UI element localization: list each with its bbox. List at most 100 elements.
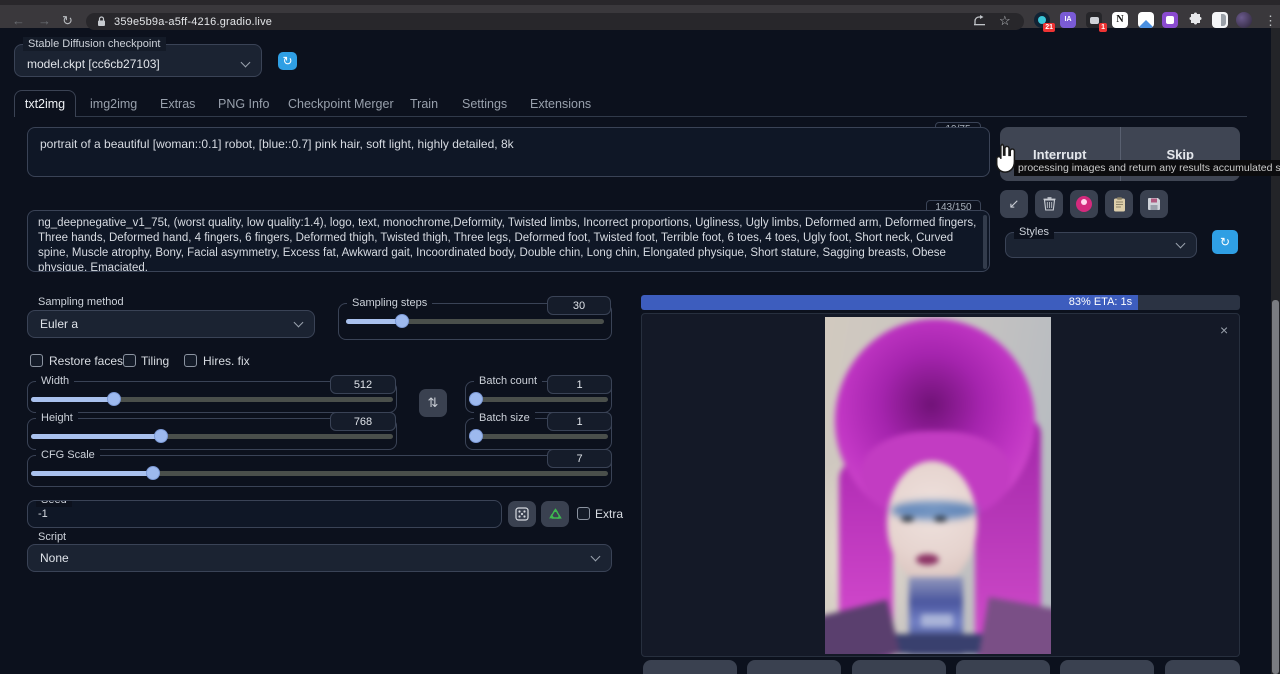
sampling-steps-slider[interactable]	[346, 319, 604, 324]
prompt-input[interactable]: portrait of a beautiful [woman::0.1] rob…	[27, 127, 990, 177]
script-value: None	[40, 551, 69, 565]
interrupt-tooltip: processing images and return any results…	[1014, 160, 1280, 176]
sampling-method-label: Sampling method	[38, 296, 124, 308]
styles-refresh-button[interactable]: ↻	[1212, 230, 1238, 254]
swap-arrows-icon: ⇅	[428, 395, 439, 411]
chevron-down-icon	[241, 57, 251, 67]
extra-seed-label: Extra	[595, 507, 623, 521]
browser-toolbar: ← → ↻ 359e5b9a-a5ff-4216.gradio.live ☆ 2…	[0, 5, 1280, 28]
extensions-puzzle-icon[interactable]	[1188, 12, 1203, 27]
profile-avatar[interactable]	[1236, 12, 1252, 28]
hires-fix-label: Hires. fix	[203, 354, 250, 368]
seed-label: Seed	[36, 500, 72, 507]
reload-icon[interactable]: ↻	[62, 13, 73, 29]
sidebar-toggle-icon[interactable]	[1212, 12, 1228, 28]
cfg-scale-slider[interactable]	[31, 471, 608, 476]
close-preview-icon[interactable]: ×	[1220, 322, 1228, 338]
ext-tasks-icon[interactable]: 21	[1034, 12, 1050, 28]
page-scrollbar-thumb[interactable]	[1272, 300, 1279, 674]
sampling-method-dropdown[interactable]: Euler a	[27, 310, 315, 338]
height-label: Height	[36, 411, 78, 425]
extra-networks-card-icon	[1076, 196, 1092, 212]
height-value[interactable]: 768	[330, 412, 396, 431]
share-icon[interactable]	[973, 14, 987, 27]
chevron-down-icon	[591, 552, 601, 562]
extra-networks-button[interactable]	[1070, 190, 1098, 218]
mouse-cursor-hand	[988, 140, 1022, 176]
floppy-save-icon	[1147, 197, 1161, 211]
back-icon[interactable]: ←	[12, 13, 25, 29]
cfg-scale-value[interactable]: 7	[547, 449, 612, 468]
batch-count-slider[interactable]	[469, 397, 608, 402]
gallery-button[interactable]	[1060, 660, 1154, 674]
gallery-button[interactable]	[956, 660, 1050, 674]
dice-icon	[515, 507, 529, 521]
gallery-button[interactable]	[643, 660, 737, 674]
sampling-steps-value[interactable]: 30	[547, 296, 611, 315]
lock-icon	[97, 16, 106, 27]
tab-train[interactable]: Train	[410, 97, 438, 111]
ext-image-icon[interactable]	[1138, 12, 1154, 28]
textarea-scrollbar[interactable]	[983, 215, 987, 269]
bookmark-star-icon[interactable]: ☆	[999, 13, 1011, 29]
ext-ia-icon[interactable]: IA	[1060, 12, 1076, 28]
ext-notion-icon[interactable]: N	[1112, 12, 1128, 28]
restore-faces-checkbox[interactable]	[30, 354, 43, 367]
tiling-label: Tiling	[141, 354, 169, 368]
tab-extensions[interactable]: Extensions	[530, 97, 591, 111]
checkpoint-dropdown[interactable]: Stable Diffusion checkpoint model.ckpt […	[14, 44, 262, 77]
sampling-steps-label: Sampling steps	[347, 296, 432, 310]
tab-txt2img[interactable]: txt2img	[14, 90, 76, 117]
checkpoint-refresh-button[interactable]: ↻	[278, 52, 297, 70]
gallery-button[interactable]	[1165, 660, 1240, 674]
clear-prompt-button[interactable]	[1035, 190, 1063, 218]
ext-office-icon[interactable]	[1162, 12, 1178, 28]
batch-size-slider[interactable]	[469, 434, 608, 439]
seed-value: -1	[28, 501, 501, 527]
script-dropdown[interactable]: None	[27, 544, 612, 572]
progress-bar: 83% ETA: 1s	[641, 295, 1240, 310]
trash-icon	[1043, 197, 1056, 211]
swap-dimensions-button[interactable]: ⇅	[419, 389, 447, 417]
width-value[interactable]: 512	[330, 375, 396, 394]
width-label: Width	[36, 374, 74, 388]
batch-size-value[interactable]: 1	[547, 412, 612, 431]
tab-settings[interactable]: Settings	[462, 97, 507, 111]
gallery-button[interactable]	[747, 660, 841, 674]
forward-icon[interactable]: →	[38, 13, 51, 29]
random-seed-button[interactable]	[508, 501, 536, 527]
apply-style-button[interactable]	[1105, 190, 1133, 218]
browser-menu-icon[interactable]: ⋮	[1264, 13, 1277, 29]
paste-params-button[interactable]: ↙	[1000, 190, 1028, 218]
height-slider[interactable]	[31, 434, 393, 439]
hires-fix-checkbox[interactable]	[184, 354, 197, 367]
batch-count-value[interactable]: 1	[547, 375, 612, 394]
progress-text: 83% ETA: 1s	[1069, 296, 1132, 308]
batch-size-label: Batch size	[474, 411, 535, 425]
gallery-button[interactable]	[852, 660, 946, 674]
batch-count-label: Batch count	[474, 374, 542, 388]
seed-input[interactable]: Seed -1	[27, 500, 502, 528]
checkpoint-value: model.ckpt [cc6cb27103]	[27, 51, 160, 71]
tab-extras[interactable]: Extras	[160, 97, 195, 111]
recycle-icon	[548, 507, 563, 521]
arrow-down-left-icon: ↙	[1009, 196, 1020, 212]
tab-png-info[interactable]: PNG Info	[218, 97, 269, 111]
width-slider[interactable]	[31, 397, 393, 402]
ext-dark-icon[interactable]: 1	[1086, 12, 1102, 28]
chevron-down-icon	[294, 318, 304, 328]
app-window: ← → ↻ 359e5b9a-a5ff-4216.gradio.live ☆ 2…	[0, 0, 1280, 674]
tiling-checkbox[interactable]	[123, 354, 136, 367]
chevron-down-icon	[1176, 239, 1186, 249]
preview-image[interactable]	[825, 317, 1051, 654]
save-style-button[interactable]	[1140, 190, 1168, 218]
extra-seed-checkbox[interactable]	[577, 507, 590, 520]
negative-prompt-input[interactable]: ng_deepnegative_v1_75t, (worst quality, …	[27, 210, 990, 272]
tab-img2img[interactable]: img2img	[90, 97, 137, 111]
styles-label: Styles	[1014, 225, 1054, 239]
styles-dropdown[interactable]: Styles	[1005, 232, 1197, 258]
address-bar[interactable]: 359e5b9a-a5ff-4216.gradio.live	[86, 13, 1024, 30]
tab-checkpoint-merger[interactable]: Checkpoint Merger	[288, 97, 394, 111]
reuse-seed-button[interactable]	[541, 501, 569, 527]
sampling-method-value: Euler a	[40, 317, 78, 331]
